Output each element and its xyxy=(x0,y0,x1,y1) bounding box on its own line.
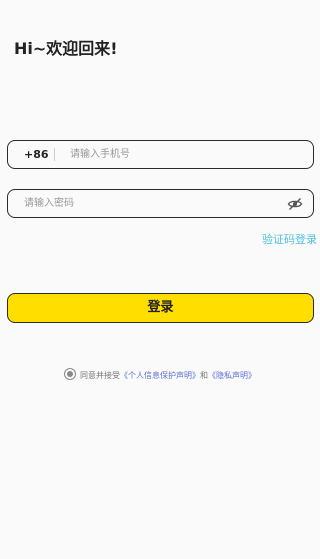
phone-field[interactable]: +86 xyxy=(7,140,314,169)
field-divider xyxy=(54,148,55,161)
password-input[interactable] xyxy=(24,190,284,217)
phone-input[interactable] xyxy=(70,141,300,168)
greeting-title: Hi~欢迎回来! xyxy=(14,39,118,58)
password-field[interactable] xyxy=(7,189,314,218)
privacy-policy-link[interactable]: 《隐私声明》 xyxy=(208,371,256,380)
agreement-prefix: 同意并接受 xyxy=(80,371,120,380)
login-screen: Hi~欢迎回来! +86 验证码登录 登录 同意并接受《个人信息保护声明》和《隐… xyxy=(0,0,320,559)
login-button[interactable]: 登录 xyxy=(7,293,314,323)
agreement-radio[interactable] xyxy=(64,368,76,380)
agreement-and: 和 xyxy=(200,371,208,380)
privacy-protection-link[interactable]: 《个人信息保护声明》 xyxy=(120,371,200,380)
code-login-link[interactable]: 验证码登录 xyxy=(262,232,317,248)
country-code[interactable]: +86 xyxy=(24,141,49,168)
eye-off-icon[interactable] xyxy=(287,196,303,212)
agreement-row: 同意并接受《个人信息保护声明》和《隐私声明》 xyxy=(0,368,320,383)
